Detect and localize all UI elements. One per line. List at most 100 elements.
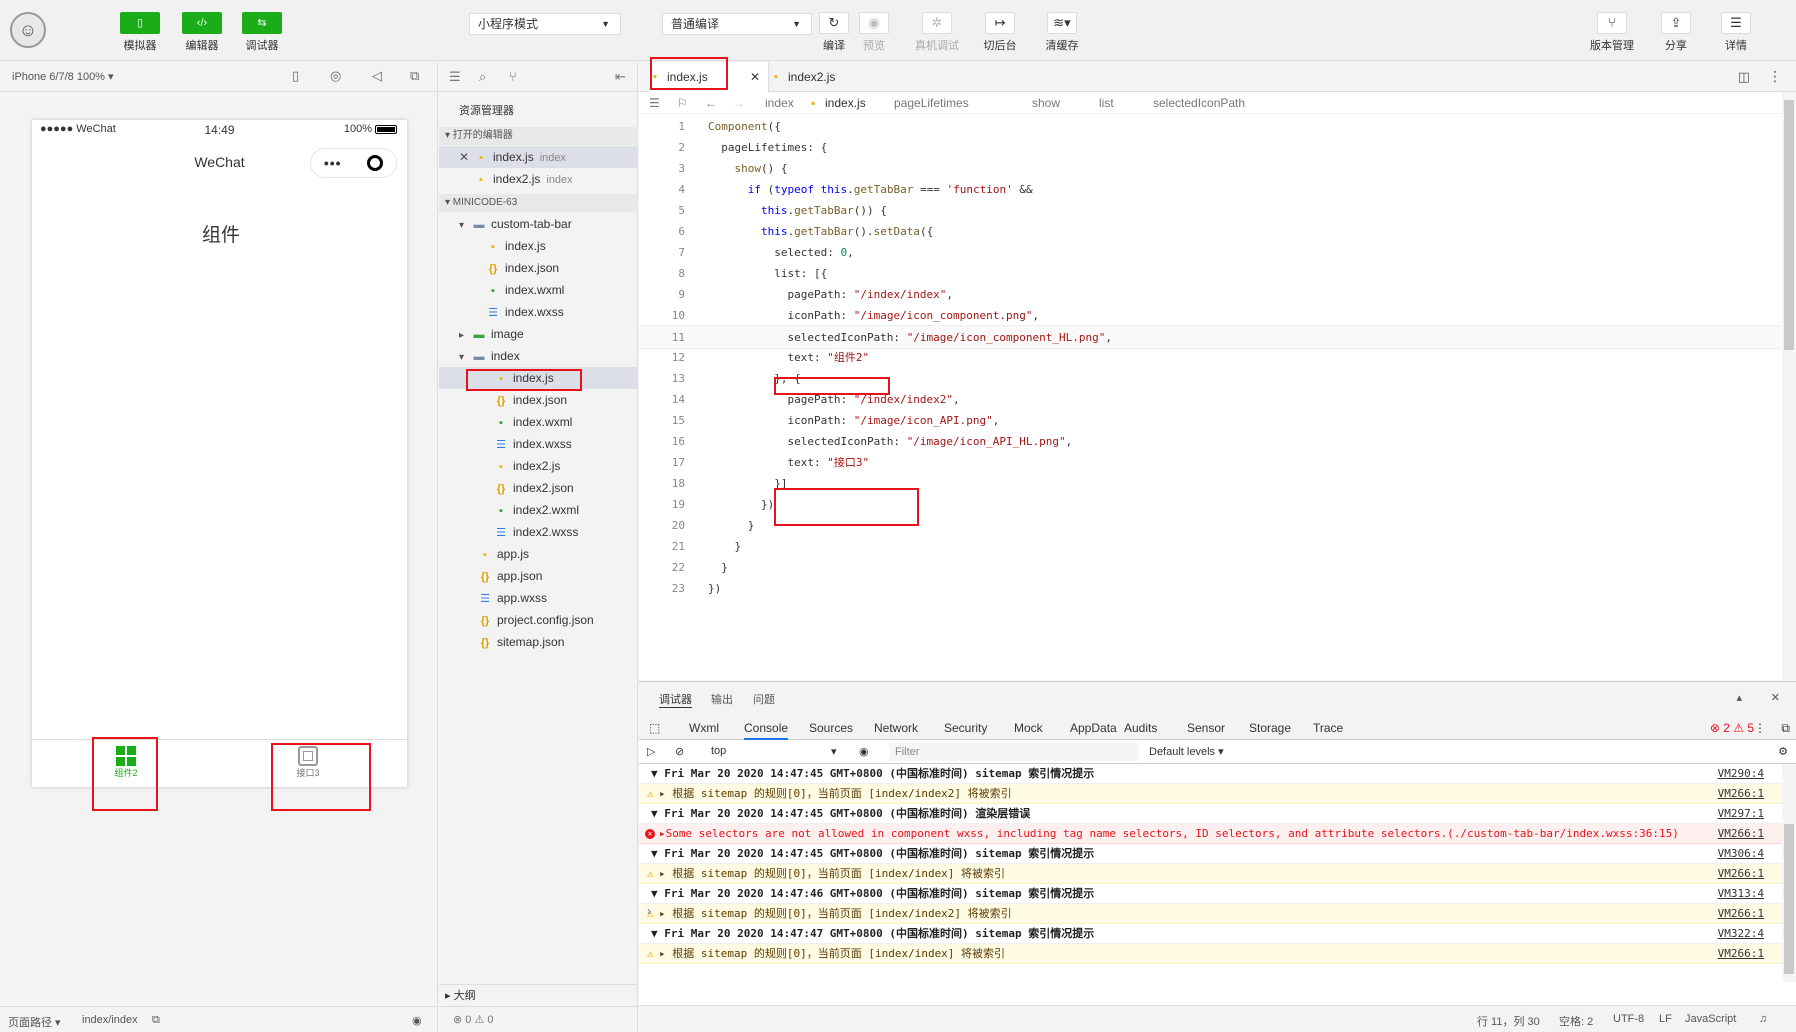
sidebar-toggle-icon[interactable]: ▷	[647, 745, 655, 758]
close-miniprogram-icon[interactable]	[367, 155, 384, 171]
device-select[interactable]: iPhone 6/7/8 100% ▾	[12, 70, 114, 83]
bookmark-icon[interactable]: ⚐	[677, 92, 688, 114]
simulator-toggle-button[interactable]: ▯ 模拟器	[120, 12, 160, 53]
chevron-down-icon[interactable]: ▾	[459, 347, 473, 369]
tree-folder[interactable]: ▾ ▬ custom-tab-bar	[439, 213, 638, 235]
source-link[interactable]: VM266:1	[1718, 784, 1764, 804]
volume-icon[interactable]: ◁	[372, 68, 382, 84]
devtools-tab-sources[interactable]: Sources	[809, 716, 853, 740]
eye-icon[interactable]: ◉	[859, 745, 869, 758]
breadcrumb-symbol[interactable]: show	[1032, 92, 1060, 114]
chevron-right-icon[interactable]: ▸	[459, 325, 473, 347]
line-ending[interactable]: LF	[1659, 1013, 1672, 1025]
background-button[interactable]: ↦ 切后台	[978, 12, 1022, 53]
eye-icon[interactable]: ◉	[412, 1014, 422, 1027]
tree-file[interactable]: {} index.json	[439, 257, 638, 279]
clear-cache-button[interactable]: ≋▾ 清缓存	[1040, 12, 1084, 53]
devtools-tab-audits[interactable]: Audits	[1124, 716, 1157, 740]
console-group-line[interactable]: ▼ Fri Mar 20 2020 14:47:45 GMT+0800 (中国标…	[639, 804, 1782, 824]
encoding[interactable]: UTF-8	[1613, 1013, 1644, 1025]
share-button[interactable]: ⇪ 分享	[1654, 12, 1698, 53]
scroll-thumb[interactable]	[1784, 100, 1794, 350]
version-control-button[interactable]: ⑂ 版本管理	[1590, 12, 1634, 53]
settings-gear-icon[interactable]: ⚙	[1778, 745, 1788, 758]
debugger-toggle-button[interactable]: ⇆ 调试器	[242, 12, 282, 53]
editor-toggle-button[interactable]: ‹/› 编辑器	[182, 12, 222, 53]
details-button[interactable]: ☰ 详情	[1714, 12, 1758, 53]
devtools-tab-security[interactable]: Security	[944, 716, 987, 740]
breadcrumb-folder[interactable]: index	[765, 92, 794, 114]
open-editor-item[interactable]: ▪ index2.js index	[439, 168, 638, 190]
devtools-tab-wxml[interactable]: Wxml	[689, 716, 719, 740]
source-link[interactable]: VM290:4	[1718, 764, 1764, 784]
project-section[interactable]: ▾ MINICODE-63	[439, 194, 638, 212]
phone-icon[interactable]: ▯	[292, 68, 299, 84]
cursor-position[interactable]: 行 11，列 30	[1477, 1013, 1540, 1029]
mode-select[interactable]: 小程序模式 ▼	[469, 13, 621, 35]
close-icon[interactable]: ✕	[750, 62, 760, 92]
log-levels-select[interactable]: Default levels ▾	[1149, 745, 1224, 758]
undock-icon[interactable]: ⧉	[1781, 716, 1790, 740]
console-warn-line[interactable]: ⚠ ▸ 根据 sitemap 的规则[0]，当前页面 [index/index2]…	[639, 784, 1782, 804]
git-branch-icon[interactable]: ⑂	[509, 69, 517, 84]
language-mode[interactable]: JavaScript	[1685, 1013, 1736, 1025]
breadcrumb-symbol[interactable]: list	[1099, 92, 1114, 114]
source-link[interactable]: VM266:1	[1718, 944, 1764, 964]
context-select[interactable]: top	[711, 745, 841, 757]
search-icon[interactable]: ⌕	[479, 69, 486, 85]
tree-file[interactable]: {} sitemap.json	[439, 631, 638, 653]
collapse-up-icon[interactable]: ▴	[1736, 691, 1742, 704]
console-warn-line[interactable]: ⚠ ▸ 根据 sitemap 的规则[0]，当前页面 [index/index] …	[639, 944, 1782, 964]
code-line[interactable]: 23})	[639, 577, 1781, 601]
console-warn-line[interactable]: ⚠ ▸ 根据 sitemap 的规则[0]，当前页面 [index/index2]…	[639, 904, 1782, 924]
breadcrumb-file[interactable]: index.js	[825, 92, 866, 114]
tree-file[interactable]: ☰ index2.wxss	[439, 521, 638, 543]
tree-file[interactable]: ☰ index.wxss	[439, 433, 638, 455]
list-icon[interactable]: ☰	[449, 69, 461, 85]
tree-file[interactable]: {} index.json	[439, 389, 638, 411]
outline-section[interactable]: ▸ 大纲	[439, 984, 638, 1006]
tree-file[interactable]: ☰ app.wxss	[439, 587, 638, 609]
tree-file[interactable]: ▪ index.wxml	[439, 411, 638, 433]
console-group-line[interactable]: ▼ Fri Mar 20 2020 14:47:45 GMT+0800 (中国标…	[639, 764, 1782, 784]
tree-file[interactable]: ▪ index.js	[439, 235, 638, 257]
more-icon[interactable]: ⋮	[1768, 68, 1782, 85]
tree-file[interactable]: ▪ app.js	[439, 543, 638, 565]
chevron-down-icon[interactable]: ▾	[459, 215, 473, 237]
tree-file[interactable]: ☰ index.wxss	[439, 301, 638, 323]
compile-mode-select[interactable]: 普通编译 ▼	[662, 13, 812, 35]
copy-icon[interactable]: ⧉	[152, 1014, 160, 1027]
open-editors-section[interactable]: ▾ 打开的编辑器	[439, 127, 638, 145]
tree-file[interactable]: ▪ index2.js	[439, 455, 638, 477]
source-link[interactable]: VM266:1	[1718, 864, 1764, 884]
devtools-tab-mock[interactable]: Mock	[1014, 716, 1043, 740]
source-link[interactable]: VM297:1	[1718, 804, 1764, 824]
close-icon[interactable]: ✕	[1771, 691, 1780, 704]
console-warn-line[interactable]: ⚠ ▸ 根据 sitemap 的规则[0]，当前页面 [index/index] …	[639, 864, 1782, 884]
devtools-tab-storage[interactable]: Storage	[1249, 716, 1291, 740]
tree-file[interactable]: ▪ index2.wxml	[439, 499, 638, 521]
console-group-line[interactable]: ▼ Fri Mar 20 2020 14:47:45 GMT+0800 (中国标…	[639, 844, 1782, 864]
tab-output[interactable]: 输出	[711, 691, 733, 707]
console-group-line[interactable]: ▼ Fri Mar 20 2020 14:47:46 GMT+0800 (中国标…	[639, 884, 1782, 904]
tree-file[interactable]: {} index2.json	[439, 477, 638, 499]
close-icon[interactable]: ✕	[459, 146, 475, 168]
tab-index2-js[interactable]: ▪ index2.js	[770, 62, 880, 92]
detach-window-icon[interactable]: ⧉	[410, 68, 419, 84]
code-lines[interactable]: 1 Component({2 pageLifetimes: {3 show() {…	[639, 115, 1781, 680]
breadcrumb-symbol[interactable]: pageLifetimes	[894, 92, 969, 114]
capsule-menu[interactable]: •••	[310, 148, 397, 178]
user-avatar[interactable]: ☺	[10, 12, 46, 48]
devtools-tab-trace[interactable]: Trace	[1313, 716, 1343, 740]
devtools-tab-network[interactable]: Network	[874, 716, 918, 740]
console-prompt[interactable]: ›	[647, 904, 651, 918]
source-link[interactable]: VM266:1	[1718, 824, 1764, 844]
tab-debugger[interactable]: 调试器	[659, 691, 692, 708]
page-path-select[interactable]: 页面路径 ▾	[8, 1014, 61, 1030]
record-icon[interactable]: ◎	[330, 68, 341, 84]
editor-scrollbar[interactable]	[1782, 92, 1796, 680]
remote-debug-button[interactable]: ✲ 真机调试	[915, 12, 959, 53]
breadcrumb-symbol[interactable]: selectedIconPath	[1153, 92, 1245, 114]
tree-file[interactable]: ▪ index.wxml	[439, 279, 638, 301]
devtools-tab-appdata[interactable]: AppData	[1070, 716, 1117, 740]
